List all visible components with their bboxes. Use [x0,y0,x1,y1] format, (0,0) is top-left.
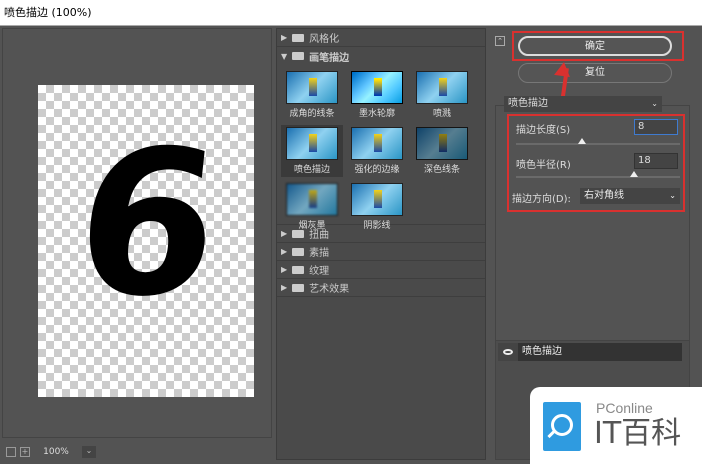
filter-thumb-angled-strokes[interactable]: 成角的线条 [281,69,343,121]
filter-select[interactable]: 喷色描边 ⌄ [504,96,662,112]
expand-arrow-icon: ▶ [281,229,288,238]
folder-icon [292,229,305,238]
filter-select-value: 喷色描边 [508,98,548,109]
chevron-down-icon: ⌄ [651,99,658,108]
preview-panel: 6 [2,28,272,438]
expand-arrow-icon: ▶ [281,247,288,256]
parameters-group: 描边长度(S) 8 喷色半径(R) 18 描边方向(D): 右对角线 ⌄ [495,105,690,345]
thumbnail-image [286,183,338,216]
folder-open-icon [292,52,305,60]
preview-glyph: 6 [65,108,230,341]
thumbnail-image [416,127,468,160]
thumbnail-grid: 成角的线条 墨水轮廓 喷溅 喷色描边 强化的边缘 深色线条 烟灰墨 阴影线 [277,65,485,231]
zoom-dropdown-chevron-icon[interactable]: ⌄ [82,446,96,458]
expand-arrow-icon: ▶ [281,283,288,292]
thumbnail-image [351,71,403,104]
preview-canvas[interactable]: 6 [38,85,254,397]
filter-thumb-ink-outlines[interactable]: 墨水轮廓 [346,69,408,121]
category-label: 扭曲 [309,230,330,241]
filter-thumb-dark-strokes[interactable]: 深色线条 [411,125,473,177]
filter-thumb-accented-edges[interactable]: 强化的边缘 [346,125,408,177]
direction-select[interactable]: 右对角线 ⌄ [580,188,680,204]
thumb-label: 墨水轮廓 [358,109,395,119]
thumb-label: 阴影线 [363,221,391,231]
direction-value: 右对角线 [584,190,624,201]
thumb-label: 喷色描边 [293,165,330,175]
chevron-down-icon: ⌄ [669,191,676,200]
folder-icon [292,265,305,274]
category-label: 素描 [309,248,330,259]
ok-button[interactable]: 确定 [518,36,672,56]
thumb-label: 强化的边缘 [354,165,400,175]
eye-icon[interactable] [498,343,518,361]
stroke-length-slider[interactable] [516,138,680,145]
thumbnail-image [351,127,403,160]
category-label: 艺术效果 [309,284,350,295]
category-artistic[interactable]: ▶ 艺术效果 [277,279,485,297]
window-title: 喷色描边 (100%) [0,0,702,26]
filter-thumb-crosshatch[interactable]: 阴影线 [346,181,408,233]
filter-thumb-sprayed-strokes[interactable]: 喷色描边 [281,125,343,177]
collapse-arrow-icon: ▼ [281,51,288,61]
expand-arrow-icon: ▶ [281,265,288,274]
thumbnail-image [286,127,338,160]
collapse-gallery-icon[interactable]: ⌃ [495,36,505,46]
thumbnail-image [351,183,403,216]
spray-radius-label: 喷色半径(R) [516,160,571,171]
category-stylize[interactable]: ▶ 风格化 [277,29,485,47]
folder-icon [292,283,305,292]
category-brush-strokes[interactable]: ▼ 画笔描边 [277,47,485,65]
direction-label: 描边方向(D): [512,194,571,205]
zoom-level[interactable]: 100% [34,447,78,457]
zoom-bar: + 100% ⌄ [0,440,272,464]
slider-handle[interactable] [577,138,586,144]
category-label: 风格化 [309,34,340,45]
folder-icon [292,33,305,42]
category-label: 纹理 [309,266,330,277]
thumbnail-image [416,71,468,104]
zoom-in-button[interactable]: + [20,447,30,457]
thumb-label: 深色线条 [423,165,460,175]
thumb-label: 成角的线条 [289,109,335,119]
watermark-logo: PConline IT百科 [530,387,702,464]
search-logo-icon [543,402,581,451]
filter-thumb-spatter[interactable]: 喷溅 [411,69,473,121]
filter-gallery: ▶ 风格化 ▼ 画笔描边 成角的线条 墨水轮廓 喷溅 喷色描边 强化的边缘 深色线条… [276,28,486,460]
watermark-brand: PConline [596,400,653,416]
expand-arrow-icon: ▶ [281,33,288,42]
category-sketch[interactable]: ▶ 素描 [277,243,485,261]
stroke-length-label: 描边长度(S) [516,125,571,136]
category-label: 画笔描边 [309,52,350,64]
folder-icon [292,247,305,256]
zoom-out-button[interactable] [6,447,16,457]
slider-handle[interactable] [630,171,639,177]
spray-radius-input[interactable]: 18 [634,153,678,169]
category-texture[interactable]: ▶ 纹理 [277,261,485,279]
thumbnail-image [286,71,338,104]
reset-button[interactable]: 复位 [518,63,672,83]
effect-layer-row[interactable]: 喷色描边 [498,343,682,361]
watermark-name: IT百科 [594,416,682,451]
stroke-length-input[interactable]: 8 [634,119,678,135]
effect-layer-name: 喷色描边 [518,343,682,361]
thumb-label: 喷溅 [432,109,451,119]
spray-radius-slider[interactable] [516,171,680,178]
